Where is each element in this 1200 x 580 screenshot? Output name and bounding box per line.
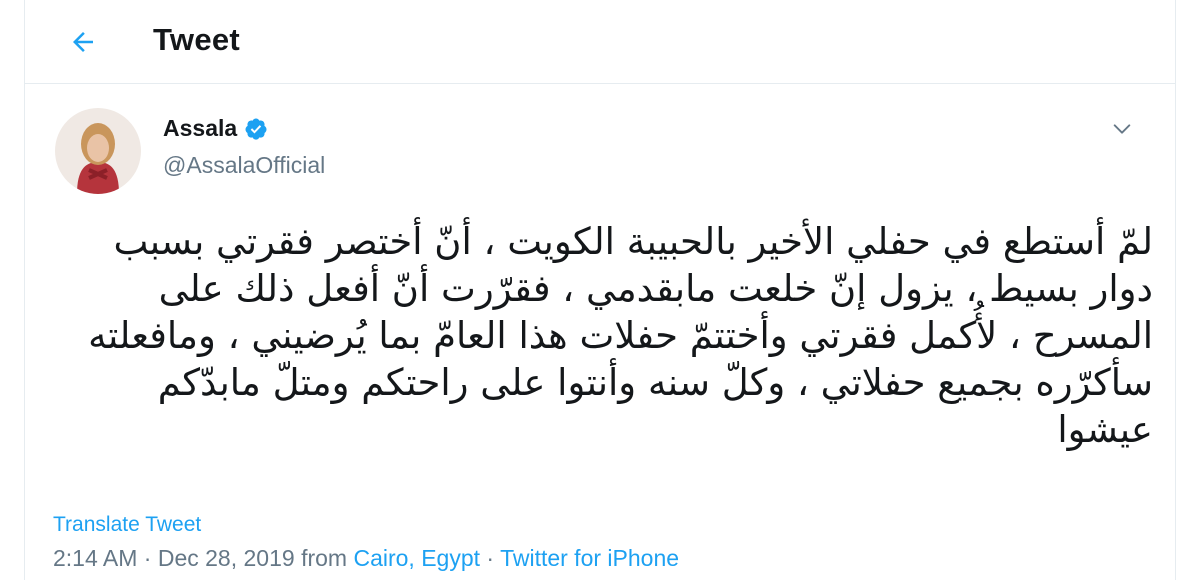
author-name[interactable]: Assala	[163, 115, 237, 142]
verified-badge-icon	[245, 118, 267, 140]
author-name-row[interactable]: Assala	[163, 115, 268, 142]
location-link[interactable]: Cairo, Egypt	[353, 545, 480, 571]
chevron-down-icon	[1113, 124, 1131, 134]
source-link[interactable]: Twitter for iPhone	[500, 545, 679, 571]
back-button[interactable]	[61, 20, 105, 64]
arrow-left-icon	[73, 32, 93, 52]
tweet-date[interactable]: Dec 28, 2019	[158, 545, 295, 571]
tweet-text: لمّ أستطع في حفلي الأخير بالحبيبة الكويت…	[88, 220, 1153, 451]
tweet-metadata: 2:14 AM · Dec 28, 2019 from Cairo, Egypt…	[53, 545, 679, 572]
separator: ·	[143, 545, 152, 571]
translate-tweet-link[interactable]: Translate Tweet	[53, 513, 201, 537]
from-label: from	[301, 545, 348, 571]
author-handle[interactable]: @AssalaOfficial	[163, 152, 325, 179]
avatar[interactable]	[55, 108, 141, 194]
tweet-time[interactable]: 2:14 AM	[53, 545, 137, 571]
more-options-button[interactable]	[1105, 112, 1139, 146]
separator: ·	[486, 545, 495, 571]
page-header: Tweet	[25, 0, 1175, 84]
tweet-page: Tweet Assala @AssalaOfficial لمّ أستطع ف…	[24, 0, 1176, 580]
page-title: Tweet	[153, 22, 241, 57]
